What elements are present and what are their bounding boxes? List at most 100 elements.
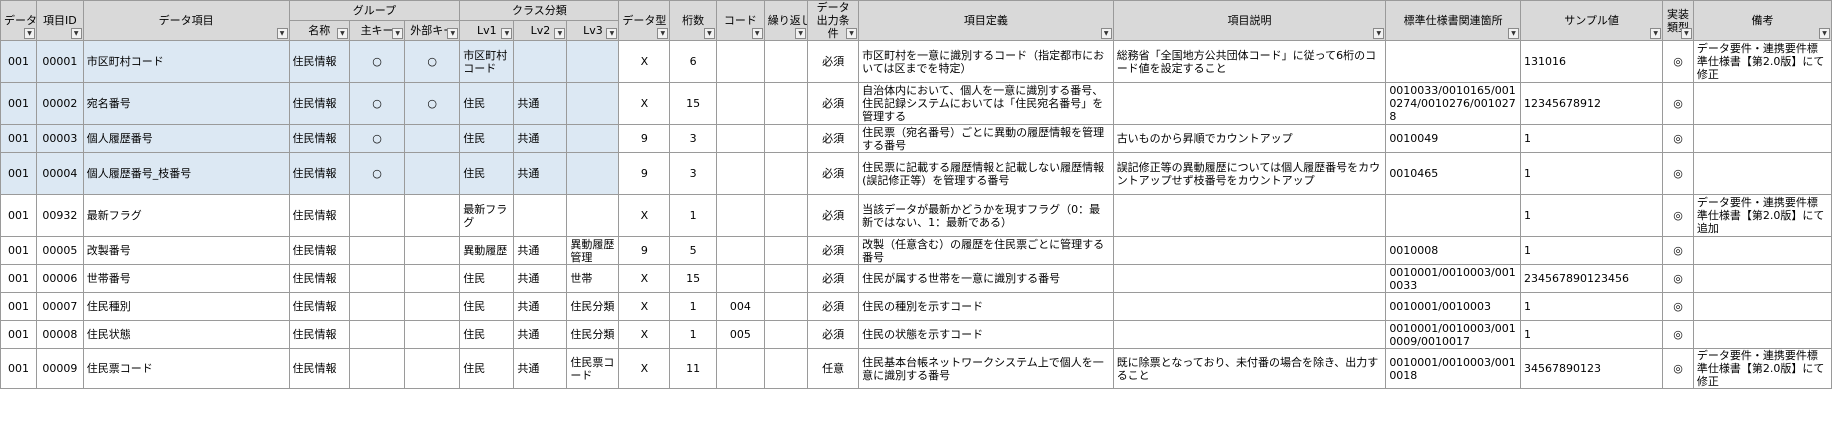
cell-item-id[interactable]: 00001 — [36, 40, 84, 83]
cell-std-ref[interactable]: 0010008 — [1385, 236, 1522, 265]
header-ext-key[interactable]: 外部キー ▼ — [404, 20, 461, 41]
filter-dropdown-icon[interactable]: ▼ — [751, 28, 763, 39]
cell-std-ref[interactable]: 0010001/0010003/0010009/0010017 — [1385, 320, 1522, 349]
cell-remarks[interactable] — [1692, 236, 1832, 265]
cell-ext-key[interactable] — [404, 236, 461, 265]
cell-ext-key[interactable] — [404, 124, 461, 153]
table-row[interactable]: 001 00006 世帯番号 住民情報 住民 共通 世帯 X 15 必須 住民が属する世帯を一意に識… — [0, 264, 1832, 293]
table-row[interactable]: 001 00004 個人履歴番号_枝番号 住民情報 ○ 住民 共通 9 3 必須 住民票に記載する履… — [0, 152, 1832, 195]
table-row[interactable]: 001 00932 最新フラグ 住民情報 最新フラグ X 1 必須 当該データが最新かどうかを現… — [0, 194, 1832, 237]
cell-impl[interactable]: ◎ — [1662, 320, 1694, 349]
cell-output-condition[interactable]: 必須 — [807, 292, 860, 321]
header-description[interactable]: 項目説明 ▼ — [1112, 0, 1387, 41]
cell-data-item[interactable]: 住民票コード — [82, 348, 290, 389]
cell-output-condition[interactable]: 必須 — [807, 40, 860, 83]
cell-definition[interactable]: 住民が属する世帯を一意に識別する番号 — [858, 264, 1114, 293]
cell-code[interactable] — [715, 264, 765, 293]
filter-dropdown-icon[interactable]: ▼ — [501, 28, 513, 39]
cell-definition[interactable]: 住民の状態を示すコード — [858, 320, 1114, 349]
cell-sample[interactable]: 1 — [1520, 320, 1664, 349]
filter-dropdown-icon[interactable]: ▼ — [392, 28, 404, 39]
filter-dropdown-icon[interactable]: ▼ — [1373, 28, 1385, 39]
cell-main-key[interactable] — [348, 194, 406, 237]
cell-lv3[interactable]: 異動履歴管理 — [566, 236, 620, 265]
cell-output-condition[interactable]: 必須 — [807, 124, 860, 153]
cell-sample[interactable]: 1 — [1520, 292, 1664, 321]
cell-repeat[interactable] — [763, 264, 809, 293]
header-main-key[interactable]: 主キー ▼ — [348, 20, 406, 41]
cell-data-type[interactable]: X — [618, 194, 671, 237]
cell-definition[interactable]: 住民票（宛名番号）ごとに異動の履歴情報を管理する番号 — [858, 124, 1114, 153]
cell-std-ref[interactable]: 0010001/0010003/0010018 — [1385, 348, 1522, 389]
cell-code[interactable] — [715, 40, 765, 83]
cell-digits[interactable]: 6 — [669, 40, 717, 83]
cell-main-key[interactable] — [348, 264, 406, 293]
cell-output-condition[interactable]: 必須 — [807, 264, 860, 293]
cell-output-condition[interactable]: 必須 — [807, 320, 860, 349]
cell-sample[interactable]: 12345678912 — [1520, 82, 1664, 125]
cell-sample[interactable]: 34567890123 — [1520, 348, 1664, 389]
cell-main-key[interactable]: ○ — [348, 152, 406, 195]
cell-repeat[interactable] — [763, 292, 809, 321]
cell-impl[interactable]: ◎ — [1662, 124, 1694, 153]
filter-dropdown-icon[interactable]: ▼ — [795, 28, 807, 39]
cell-std-ref[interactable]: 0010465 — [1385, 152, 1522, 195]
cell-main-key[interactable] — [348, 348, 406, 389]
filter-dropdown-icon[interactable]: ▼ — [846, 28, 858, 39]
cell-group-name[interactable]: 住民情報 — [288, 348, 350, 389]
cell-lv2[interactable]: 共通 — [513, 82, 568, 125]
cell-lv1[interactable]: 住民 — [459, 292, 515, 321]
cell-impl[interactable]: ◎ — [1662, 40, 1694, 83]
cell-sample[interactable]: 1 — [1520, 236, 1664, 265]
cell-item-id[interactable]: 00007 — [36, 292, 84, 321]
header-remarks[interactable]: 備考 ▼ — [1692, 0, 1832, 41]
header-data-item[interactable]: データ項目 ▼ — [82, 0, 290, 41]
cell-item-id[interactable]: 00003 — [36, 124, 84, 153]
cell-std-ref[interactable]: 0010033/0010165/0010274/0010276/0010278 — [1385, 82, 1522, 125]
header-sample[interactable]: サンプル値 ▼ — [1520, 0, 1664, 41]
cell-data-kbn[interactable]: 001 — [0, 292, 38, 321]
cell-item-id[interactable]: 00005 — [36, 236, 84, 265]
cell-remarks[interactable]: データ要件・連携要件標準仕様書【第2.0版】にて修正 — [1692, 348, 1832, 389]
cell-impl[interactable]: ◎ — [1662, 194, 1694, 237]
cell-definition[interactable]: 住民基本台帳ネットワークシステム上で個人を一意に識別する番号 — [858, 348, 1114, 389]
cell-data-item[interactable]: 世帯番号 — [82, 264, 290, 293]
cell-lv2[interactable]: 共通 — [513, 152, 568, 195]
cell-remarks[interactable] — [1692, 320, 1832, 349]
cell-description[interactable] — [1112, 264, 1387, 293]
header-group-name[interactable]: 名称 ▼ — [288, 20, 350, 41]
table-row[interactable]: 001 00007 住民種別 住民情報 住民 共通 住民分類 X 1 004 必須 住民の種別を示すコ… — [0, 292, 1832, 321]
cell-std-ref[interactable]: 0010001/0010003/0010033 — [1385, 264, 1522, 293]
cell-data-item[interactable]: 市区町村コード — [82, 40, 290, 83]
cell-impl[interactable]: ◎ — [1662, 236, 1694, 265]
cell-ext-key[interactable] — [404, 194, 461, 237]
cell-ext-key[interactable] — [404, 320, 461, 349]
cell-repeat[interactable] — [763, 40, 809, 83]
filter-dropdown-icon[interactable]: ▼ — [1650, 28, 1662, 39]
cell-lv1[interactable]: 住民 — [459, 320, 515, 349]
cell-data-kbn[interactable]: 001 — [0, 320, 38, 349]
cell-remarks[interactable] — [1692, 264, 1832, 293]
cell-data-type[interactable]: X — [618, 40, 671, 83]
cell-digits[interactable]: 15 — [669, 264, 717, 293]
cell-group-name[interactable]: 住民情報 — [288, 292, 350, 321]
cell-lv1[interactable]: 最新フラグ — [459, 194, 515, 237]
cell-remarks[interactable]: データ要件・連携要件標準仕様書【第2.0版】にて追加 — [1692, 194, 1832, 237]
cell-lv1[interactable]: 市区町村コード — [459, 40, 515, 83]
cell-digits[interactable]: 3 — [669, 124, 717, 153]
cell-impl[interactable]: ◎ — [1662, 82, 1694, 125]
table-row[interactable]: 001 00002 宛名番号 住民情報 ○ ○ 住民 共通 X 15 必須 自治体内において、個人を一… — [0, 82, 1832, 125]
cell-impl[interactable]: ◎ — [1662, 292, 1694, 321]
cell-lv3[interactable] — [566, 40, 620, 83]
cell-lv3[interactable] — [566, 124, 620, 153]
cell-item-id[interactable]: 00006 — [36, 264, 84, 293]
filter-dropdown-icon[interactable]: ▼ — [70, 28, 82, 39]
header-digits[interactable]: 桁数 ▼ — [669, 0, 717, 41]
cell-main-key[interactable]: ○ — [348, 124, 406, 153]
header-data[interactable]: データ ▼ — [0, 0, 38, 41]
cell-repeat[interactable] — [763, 348, 809, 389]
cell-main-key[interactable]: ○ — [348, 82, 406, 125]
cell-remarks[interactable] — [1692, 82, 1832, 125]
cell-impl[interactable]: ◎ — [1662, 152, 1694, 195]
cell-description[interactable] — [1112, 194, 1387, 237]
